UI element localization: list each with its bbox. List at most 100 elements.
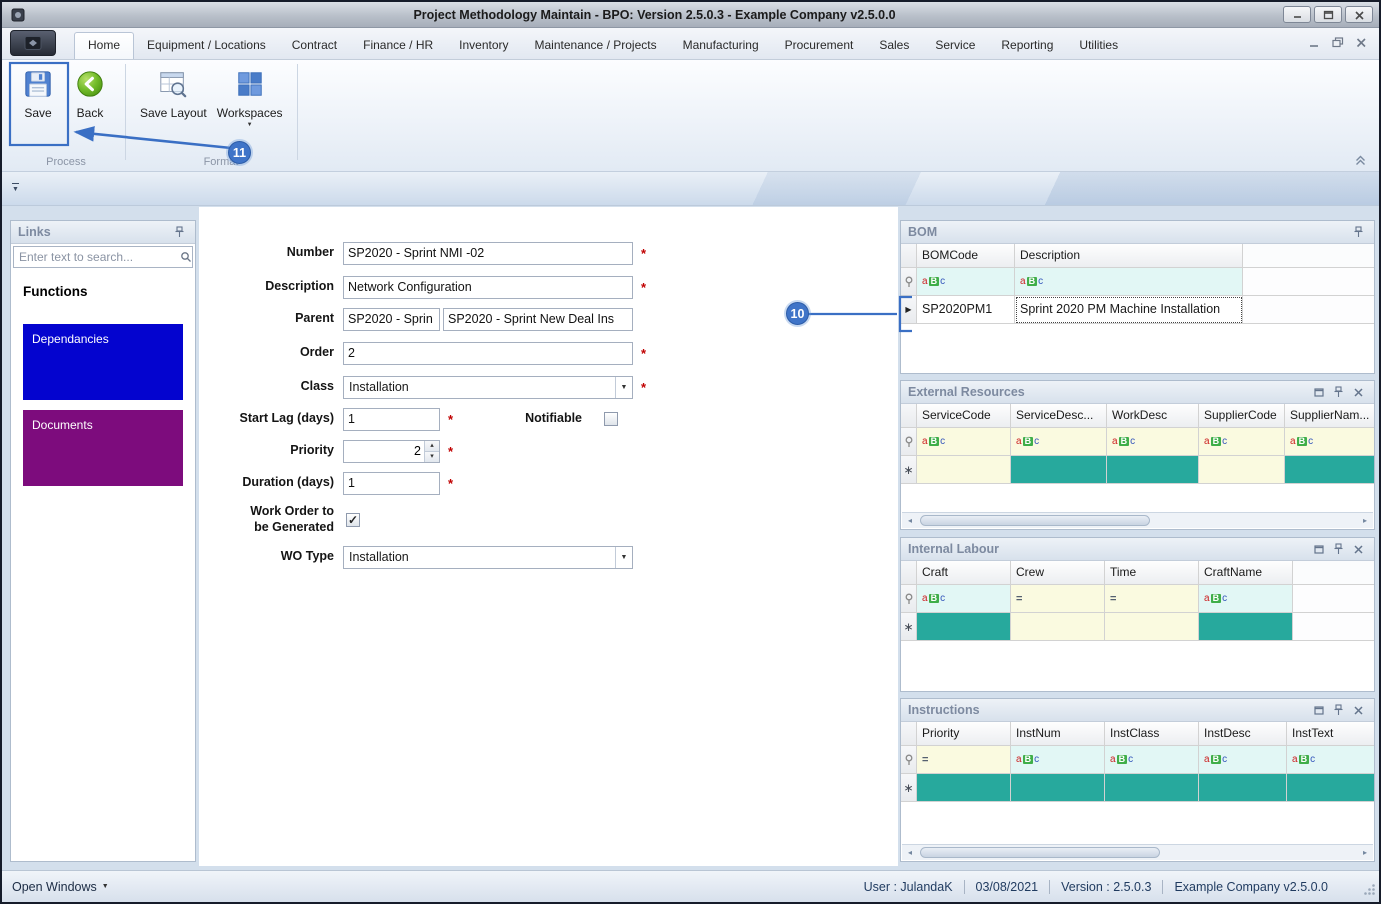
scroll-left-icon[interactable]: ◂ [902,516,918,525]
filter-cell[interactable]: aBc [917,428,1011,456]
column-header-time[interactable]: Time [1105,561,1199,585]
back-button[interactable]: Back [64,64,116,123]
new-row-cell[interactable] [1105,613,1199,641]
pin-icon[interactable] [1330,541,1347,557]
column-header-suppliercode[interactable]: SupplierCode [1199,404,1285,428]
dropdown-arrow-icon[interactable]: ▼ [615,376,632,398]
priority-input[interactable] [344,440,424,462]
tab-service[interactable]: Service [922,33,988,59]
scroll-right-icon[interactable]: ▸ [1357,516,1373,525]
filter-cell[interactable]: aBc [1287,746,1374,774]
new-row-cell[interactable] [1011,613,1105,641]
filter-cell[interactable]: = [1011,585,1105,613]
mdi-close-icon[interactable] [1356,37,1367,51]
tab-equipment-locations[interactable]: Equipment / Locations [134,33,279,59]
bom-row-description[interactable]: Sprint 2020 PM Machine Installation [1015,296,1243,324]
tab-finance-hr[interactable]: Finance / HR [350,33,446,59]
description-input[interactable] [343,275,633,299]
new-row-cell[interactable] [1285,456,1374,484]
column-header-bomcode[interactable]: BOMCode [917,244,1015,268]
pin-icon[interactable] [1330,384,1347,400]
number-input[interactable] [343,241,633,265]
new-row-cell[interactable] [917,456,1011,484]
new-row-cell[interactable] [1287,774,1374,802]
spin-up-icon[interactable]: ▴ [425,440,439,451]
scrollbar-thumb[interactable] [920,515,1150,526]
tab-reporting[interactable]: Reporting [988,33,1066,59]
class-dropdown[interactable]: Installation ▼ [343,375,633,399]
filter-cell[interactable]: aBc [917,585,1011,613]
toolbar-overflow-icon[interactable]: ▼ [12,182,19,195]
filter-cell[interactable]: = [1105,585,1199,613]
maximize-icon[interactable] [1310,541,1327,557]
search-icon[interactable] [179,251,192,263]
filter-cell-bomcode[interactable]: aBc [917,268,1015,296]
spin-down-icon[interactable]: ▾ [425,450,439,462]
column-header-craftname[interactable]: CraftName [1199,561,1293,585]
maximize-icon[interactable] [1314,6,1342,23]
new-row-cell[interactable] [1107,456,1199,484]
bom-row-code[interactable]: SP2020PM1 [917,296,1015,324]
filter-row-icon[interactable] [901,585,917,613]
new-row-cell[interactable] [917,774,1011,802]
filter-cell[interactable]: aBc [1199,428,1285,456]
application-menu-button[interactable] [10,30,56,56]
column-header-servicedesc[interactable]: ServiceDesc... [1011,404,1107,428]
scrollbar-track[interactable] [918,845,1357,860]
column-header-crew[interactable]: Crew [1011,561,1105,585]
new-row-cell[interactable] [917,613,1011,641]
wo-type-dropdown[interactable]: Installation ▼ [343,545,633,569]
filter-cell[interactable]: aBc [1011,746,1105,774]
mdi-restore-icon[interactable] [1332,37,1344,51]
column-header-instnum[interactable]: InstNum [1011,722,1105,746]
close-icon[interactable] [1350,541,1367,557]
filter-cell[interactable]: aBc [1105,746,1199,774]
horizontal-scrollbar[interactable]: ◂ ▸ [902,844,1373,860]
scrollbar-thumb[interactable] [920,847,1160,858]
column-header-instclass[interactable]: InstClass [1105,722,1199,746]
tab-home[interactable]: Home [74,32,135,59]
workspaces-button[interactable]: Workspaces ▼ [212,64,288,131]
column-header-instdesc[interactable]: InstDesc [1199,722,1287,746]
tab-utilities[interactable]: Utilities [1066,33,1131,59]
column-header-craft[interactable]: Craft [917,561,1011,585]
close-icon[interactable] [1350,384,1367,400]
new-row-cell[interactable] [1199,613,1293,641]
duration-input[interactable] [343,471,440,495]
filter-cell[interactable]: aBc [1011,428,1107,456]
column-header-servicecode[interactable]: ServiceCode [917,404,1011,428]
scroll-left-icon[interactable]: ◂ [902,848,918,857]
link-dependancies[interactable]: Dependancies [23,324,183,400]
order-input[interactable] [343,341,633,365]
maximize-icon[interactable] [1310,384,1327,400]
maximize-icon[interactable] [1310,702,1327,718]
dropdown-arrow-icon[interactable]: ▼ [615,546,632,568]
filter-row-icon[interactable] [901,268,917,296]
column-header-suppliername[interactable]: SupplierNam... [1285,404,1374,428]
notifiable-checkbox[interactable] [604,412,619,426]
pin-icon[interactable] [171,224,188,240]
column-header-insttext[interactable]: InstText [1287,722,1374,746]
filter-row-icon[interactable] [901,746,917,774]
parent-description-input[interactable] [443,307,633,331]
priority-stepper[interactable]: ▴ ▾ [343,439,440,463]
start-lag-input[interactable] [343,407,440,431]
tab-sales[interactable]: Sales [866,33,922,59]
work-order-checkbox[interactable]: ✓ [346,513,360,527]
filter-cell[interactable]: = [917,746,1011,774]
resize-grip[interactable] [1363,883,1376,899]
close-icon[interactable] [1345,6,1373,23]
tab-maintenance-projects[interactable]: Maintenance / Projects [522,33,670,59]
minimize-icon[interactable] [1283,6,1311,23]
tab-contract[interactable]: Contract [279,33,350,59]
new-row-cell[interactable] [1199,774,1287,802]
filter-row-icon[interactable] [901,428,917,456]
links-search-input[interactable] [14,250,179,264]
new-row-cell[interactable] [1011,456,1107,484]
column-header-description[interactable]: Description [1015,244,1243,268]
ribbon-collapse-icon[interactable] [1354,155,1367,166]
new-row-cell[interactable] [1199,456,1285,484]
close-icon[interactable] [1350,702,1367,718]
tab-manufacturing[interactable]: Manufacturing [670,33,772,59]
filter-cell[interactable]: aBc [1199,585,1293,613]
